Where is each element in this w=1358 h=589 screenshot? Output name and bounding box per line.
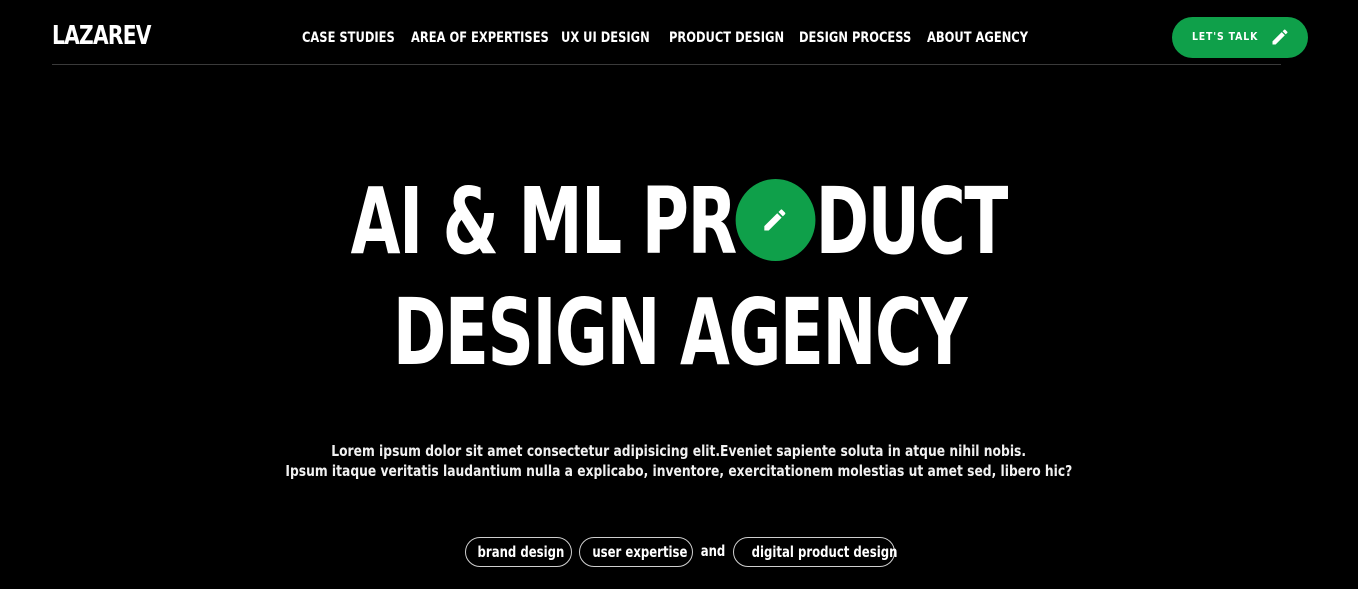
nav-design-process[interactable]: DESIGN PROCESS	[799, 28, 911, 48]
pencil-icon	[1272, 29, 1288, 45]
hero-title-part-1: AI & ML PR	[350, 168, 738, 275]
header-divider	[52, 64, 1281, 65]
tag-brand-design[interactable]: brand design	[465, 537, 572, 567]
tag-label: user expertise	[592, 543, 688, 561]
hero-subtitle-line-1: Lorem ipsum dolor sit amet consectetur a…	[0, 441, 1358, 461]
hero-title-line-1: AI & ML PR DUCT	[0, 172, 1358, 272]
pencil-badge-button[interactable]	[735, 179, 816, 261]
lets-talk-label: LET'S TALK	[1192, 30, 1259, 43]
tag-label: brand design	[477, 543, 565, 561]
tag-digital-product-design[interactable]: digital product design	[733, 537, 898, 567]
hero-title-line-2: DESIGN AGENCY	[0, 283, 1358, 383]
hero-title-line-2-text: DESIGN AGENCY	[392, 279, 967, 386]
tag-label: digital product design	[751, 543, 898, 561]
hero-o-badge	[735, 179, 816, 261]
tag-connector: and	[696, 537, 730, 567]
logo[interactable]: LAZAREV	[52, 20, 152, 52]
hero-subtitle-text-2: Ipsum itaque veritatis laudantium nulla …	[285, 462, 1073, 480]
nav-ux-ui-design[interactable]: UX UI DESIGN	[561, 28, 650, 48]
hero-subtitle-text-1: Lorem ipsum dolor sit amet consectetur a…	[331, 442, 1027, 460]
site-header: LAZAREV CASE STUDIES AREA OF EXPERTISES …	[52, 0, 1308, 64]
nav-area-of-expertises[interactable]: AREA OF EXPERTISES	[411, 28, 549, 48]
hero-title-part-2: DUCT	[815, 168, 1009, 275]
nav-product-design[interactable]: PRODUCT DESIGN	[669, 28, 784, 48]
pencil-icon	[764, 209, 786, 231]
tag-user-expertise[interactable]: user expertise	[579, 537, 693, 567]
nav-about-agency[interactable]: ABOUT AGENCY	[927, 28, 1028, 48]
connector-text: and	[700, 542, 726, 560]
hero-subtitle-line-2: Ipsum itaque veritatis laudantium nulla …	[0, 461, 1358, 481]
nav-case-studies[interactable]: CASE STUDIES	[302, 28, 395, 48]
lets-talk-button[interactable]: LET'S TALK	[1172, 17, 1308, 58]
